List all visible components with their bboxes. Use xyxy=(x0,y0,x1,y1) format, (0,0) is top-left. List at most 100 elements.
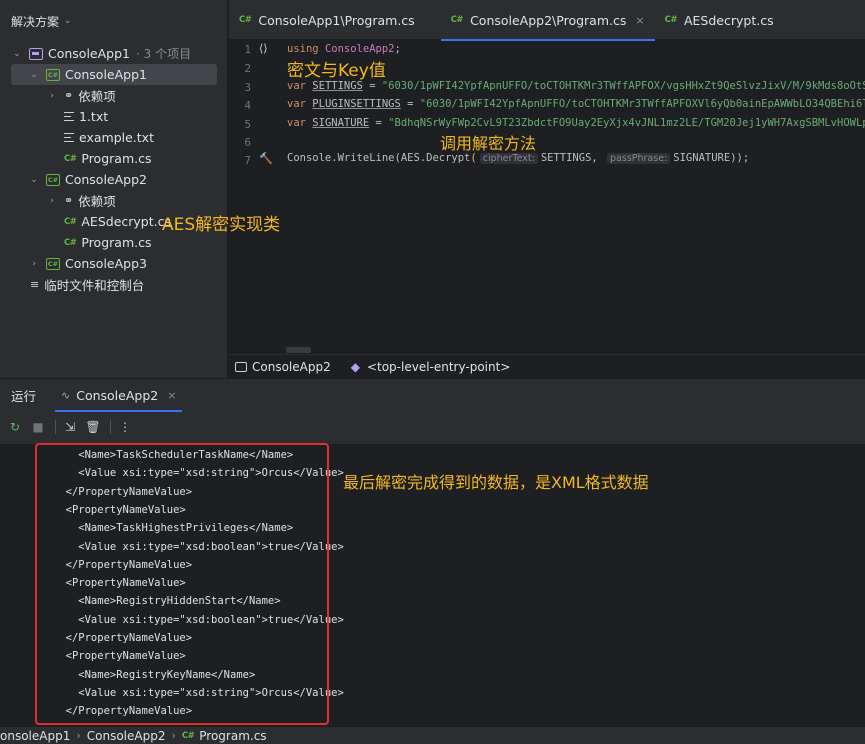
chevron-right-icon: › xyxy=(76,729,81,742)
annotation-result: 最后解密完成得到的数据，是XML格式数据 xyxy=(343,473,649,492)
csharp-project-icon: C# xyxy=(46,257,60,270)
status-crumb[interactable]: Program.cs xyxy=(199,729,266,743)
horizontal-scrollbar[interactable] xyxy=(286,347,311,353)
tree-file[interactable]: example.txt xyxy=(64,127,154,148)
console-line: <Value xsi:type="xsd:boolean">true</Valu… xyxy=(53,613,344,626)
tab-consoleapp2-program[interactable]: C# ConsoleApp2\Program.cs × xyxy=(440,0,655,41)
console-line: <Value xsi:type="xsd:boolean">true</Valu… xyxy=(53,540,344,553)
variable-name: SETTINGS xyxy=(312,80,363,92)
rerun-icon[interactable]: ↻ xyxy=(5,417,25,437)
csharp-file-icon: C# xyxy=(664,15,678,25)
chevron-down-icon[interactable]: ⌄ xyxy=(11,49,23,59)
toolbar-divider xyxy=(110,420,111,434)
csharp-file-icon: C# xyxy=(239,15,252,25)
tree-file[interactable]: 1.txt xyxy=(64,106,108,127)
breadcrumb-project[interactable]: ConsoleApp2 xyxy=(252,360,331,374)
scratches-icon: ≡ xyxy=(30,278,40,291)
code-editor[interactable]: using ConsoleApp2; var SETTINGS = "6030/… xyxy=(285,41,865,354)
close-icon[interactable]: × xyxy=(635,14,644,27)
namespace: ConsoleApp2 xyxy=(324,43,395,55)
line-number: 6 xyxy=(244,136,251,149)
method-name: WriteLine xyxy=(337,152,395,164)
run-panel-title: 运行 xyxy=(11,389,37,404)
tab-label: AESdecrypt.cs xyxy=(683,12,774,28)
close-icon[interactable]: × xyxy=(167,389,176,402)
solution-explorer-header[interactable]: 解决方案 ⌄ xyxy=(0,0,227,42)
console-line: <Name>RegistryHiddenStart</Name> xyxy=(53,595,281,608)
editor-breadcrumb: ConsoleApp2 ◆ <top-level-entry-point> xyxy=(229,354,865,378)
tree-file[interactable]: C# Program.cs xyxy=(64,232,151,253)
solution-icon xyxy=(29,47,43,60)
tree-project-label: ConsoleApp1 xyxy=(65,67,147,82)
stop-icon[interactable]: ■ xyxy=(28,417,48,437)
scroll-to-end-icon[interactable]: ⇲ xyxy=(60,417,80,437)
run-tab-consoleapp2[interactable]: ∿ ConsoleApp2 × xyxy=(55,379,183,412)
solution-explorer: 解决方案 ⌄ ⌄ ConsoleApp1 · 3 个项目 ⌄ C# Consol… xyxy=(0,0,228,378)
tree-scratches-label: 临时文件和控制台 xyxy=(44,278,145,293)
dependencies-icon: ⚭ xyxy=(64,89,74,102)
status-crumb[interactable]: ConsoleApp2 xyxy=(87,729,166,743)
parameter-hint: cipherText: xyxy=(479,153,538,164)
tree-dependencies-label: 依赖项 xyxy=(78,89,116,104)
chevron-right-icon[interactable]: › xyxy=(46,196,58,206)
tree-dependencies[interactable]: › ⚭ 依赖项 xyxy=(46,85,116,106)
window-icon xyxy=(235,361,247,372)
text-file-icon xyxy=(64,112,74,121)
status-crumb[interactable]: onsoleApp1 xyxy=(0,729,70,743)
console-line: <PropertyNameValue> xyxy=(53,503,186,516)
dependencies-icon: ⚭ xyxy=(64,194,74,207)
tree-file-label: Program.cs xyxy=(81,151,152,166)
run-config-icon: ∿ xyxy=(61,389,71,402)
run-panel: 运行 ∿ ConsoleApp2 × ↻ ■ ⇲ 🗑 ⋮ <Name>TaskS… xyxy=(0,378,865,727)
tab-label: ConsoleApp2\Program.cs xyxy=(470,12,627,28)
tree-dependencies[interactable]: › ⚭ 依赖项 xyxy=(46,190,116,211)
trash-icon[interactable]: 🗑 xyxy=(83,417,103,437)
chevron-down-icon[interactable]: ⌄ xyxy=(28,175,40,185)
chevron-down-icon[interactable]: ⌄ xyxy=(64,16,72,26)
console-line: </PropertyNameValue> xyxy=(53,485,193,498)
parameter-hint: passPhrase: xyxy=(607,153,671,164)
csharp-project-icon: C# xyxy=(46,68,60,81)
tab-consoleapp1-program[interactable]: C# ConsoleApp1\Program.cs xyxy=(229,0,425,40)
string-literal: "6030/1pWFI42YpfApnUFFO/toCTOHTKMr3TWffA… xyxy=(419,98,865,110)
console-line: <Name>RegistryKeyName</Name> xyxy=(53,668,256,681)
tree-solution-label: ConsoleApp1 xyxy=(48,46,130,61)
solution-explorer-title: 解决方案 xyxy=(11,14,60,29)
tree-project-consoleapp2[interactable]: ⌄ C# ConsoleApp2 xyxy=(28,169,147,190)
code-line-4: var PLUGINSETTINGS = "6030/1pWFI42YpfApn… xyxy=(287,98,865,110)
line-number: 7 xyxy=(244,154,251,167)
class-name: Console xyxy=(287,152,332,164)
more-options-icon[interactable]: ⋮ xyxy=(115,417,135,437)
tree-file[interactable]: C# Program.cs xyxy=(64,148,151,169)
tab-aesdecrypt[interactable]: C# AESdecrypt.cs xyxy=(655,0,784,40)
tree-dependencies-label: 依赖项 xyxy=(78,194,116,209)
tree-scratches[interactable]: ≡ 临时文件和控制台 xyxy=(30,274,144,295)
editor-gutter: 1 ⟨⟩ 2 3 4 5 6 7 🔨 xyxy=(229,41,285,354)
chevron-down-icon[interactable]: ⌄ xyxy=(28,70,40,80)
operator: = xyxy=(362,80,382,92)
breadcrumb-entry[interactable]: <top-level-entry-point> xyxy=(367,360,510,374)
line-number: 4 xyxy=(244,99,251,112)
keyword: var xyxy=(287,98,306,110)
argument: SIGNATURE xyxy=(673,152,731,164)
chevron-right-icon[interactable]: › xyxy=(28,259,40,269)
tree-file[interactable]: C# AESdecrypt.cs xyxy=(64,211,171,232)
csharp-file-icon: C# xyxy=(64,237,77,248)
csharp-file-icon: C# xyxy=(450,15,464,25)
cube-icon: ◆ xyxy=(350,359,360,374)
tree-solution[interactable]: ⌄ ConsoleApp1 · 3 个项目 xyxy=(11,43,191,64)
line-number: 2 xyxy=(244,62,251,75)
operator: = xyxy=(400,98,420,110)
line-number: 1 xyxy=(244,43,251,56)
chevron-right-icon[interactable]: › xyxy=(46,91,58,101)
keyword: using xyxy=(287,43,319,55)
tree-file-label: 1.txt xyxy=(79,109,109,124)
tree-project-consoleapp3[interactable]: › C# ConsoleApp3 xyxy=(28,253,147,274)
console-line: </PropertyNameValue> xyxy=(53,632,193,644)
chevron-right-icon: › xyxy=(171,729,176,742)
tree-project-consoleapp1[interactable]: ⌄ C# ConsoleApp1 xyxy=(11,64,217,85)
braces-icon: ⟨⟩ xyxy=(259,42,268,55)
editor-tabs: C# ConsoleApp1\Program.cs C# ConsoleApp2… xyxy=(229,0,865,41)
annotation-cipher-key: 密文与Key值 xyxy=(287,61,386,81)
hammer-icon[interactable]: 🔨 xyxy=(259,152,273,165)
